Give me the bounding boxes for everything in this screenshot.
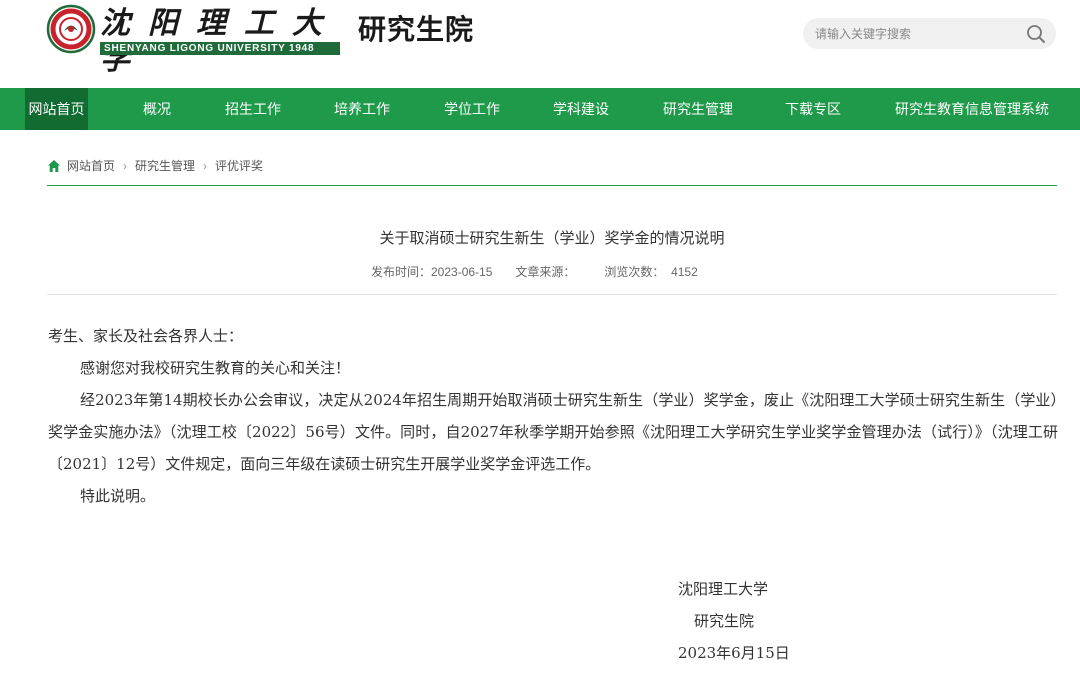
article-title: 关于取消硕士研究生新生（学业）奖学金的情况说明 (379, 230, 725, 247)
breadcrumb-separator: › (123, 158, 128, 173)
breadcrumb-awards[interactable]: 评优评奖 (215, 157, 263, 175)
home-icon (48, 159, 60, 172)
nav-item-degree[interactable]: 学位工作 (437, 88, 507, 130)
signature-date: 2023年6月15日 (678, 644, 790, 662)
university-name: 沈阳理工大学 SHENYANG LIGONG UNIVERSITY 1948 (100, 6, 340, 77)
search-icon[interactable] (1025, 23, 1047, 45)
article-paragraph: 经2023年第14期校长办公会审议，决定从2024年招生周期开始取消硕士研究生新… (48, 391, 1058, 473)
nav-item-discipline[interactable]: 学科建设 (546, 88, 616, 130)
signature-department: 研究生院 (694, 612, 755, 630)
site-header: 沈阳理工大学 SHENYANG LIGONG UNIVERSITY 1948 研… (0, 0, 1080, 88)
article-body: 考生、家长及社会各界人士： 感谢您对我校研究生教育的关心和关注！ 经2023年第… (48, 320, 1058, 512)
article-meta: 发布时间：2023-06-15 文章来源： 浏览次数： 4152 (371, 263, 698, 281)
article-greeting: 考生、家长及社会各界人士： (48, 327, 244, 345)
university-logo[interactable]: 沈阳理工大学 SHENYANG LIGONG UNIVERSITY 1948 (46, 4, 342, 77)
breadcrumb-home[interactable]: 网站首页 (67, 157, 115, 175)
nav-item-info-system[interactable]: 研究生教育信息管理系统 (888, 88, 1056, 130)
view-count: 浏览次数： 4152 (604, 265, 698, 279)
article-paragraph: 特此说明。 (80, 487, 156, 505)
article-source: 文章来源： (515, 265, 576, 279)
breadcrumb-divider (47, 185, 1057, 186)
nav-item-training[interactable]: 培养工作 (327, 88, 397, 130)
nav-item-downloads[interactable]: 下载专区 (778, 88, 848, 130)
article-paragraph: 感谢您对我校研究生教育的关心和关注！ (80, 359, 351, 377)
nav-item-admissions[interactable]: 招生工作 (218, 88, 288, 130)
article-divider (47, 294, 1057, 295)
search-input[interactable] (815, 23, 1015, 44)
nav-item-overview[interactable]: 概况 (130, 88, 184, 130)
search-box (803, 18, 1056, 49)
breadcrumb: 网站首页 › 研究生管理 › 评优评奖 (47, 156, 263, 174)
breadcrumb-separator: › (203, 158, 208, 173)
nav-item-student-management[interactable]: 研究生管理 (656, 88, 740, 130)
site-subtitle: 研究生院 (358, 14, 475, 45)
main-nav: 网站首页 概况 招生工作 培养工作 学位工作 学科建设 研究生管理 下载专区 研… (0, 88, 1080, 130)
nav-item-home[interactable]: 网站首页 (25, 88, 88, 130)
logo-english-name: SHENYANG LIGONG UNIVERSITY 1948 (100, 42, 340, 55)
university-seal-icon (46, 4, 96, 54)
breadcrumb-student-management[interactable]: 研究生管理 (135, 157, 195, 175)
publish-date: 发布时间：2023-06-15 (371, 265, 493, 279)
signature-organization: 沈阳理工大学 (678, 580, 769, 598)
